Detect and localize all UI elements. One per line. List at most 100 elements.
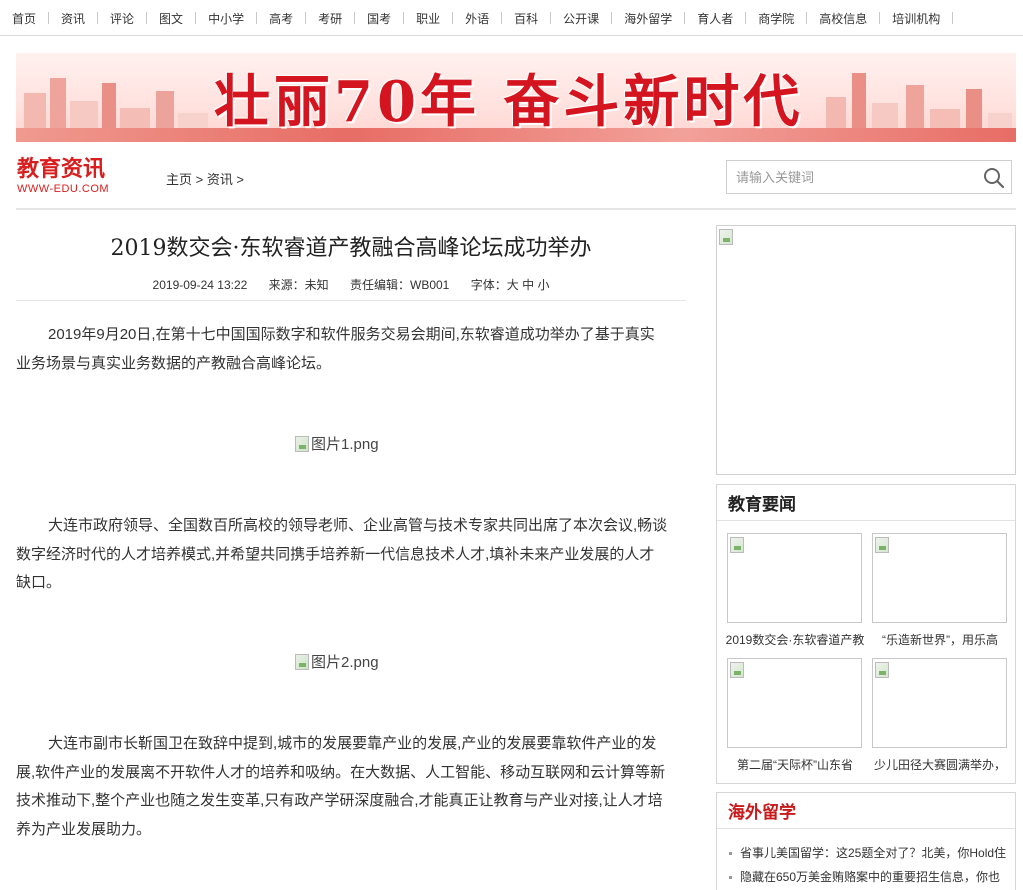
article-image-1: 图片1.png (295, 433, 379, 454)
article-image-1-alt: 图片1.png (311, 436, 379, 453)
news-caption-3[interactable]: 第二届“天际杯”山东省 (725, 758, 865, 772)
nav-item[interactable]: 高考 (269, 10, 318, 27)
nav-item-label[interactable]: 外语 (465, 10, 489, 27)
news-caption-4[interactable]: 少儿田径大赛圆满举办， (870, 758, 1010, 772)
bullet-icon (729, 852, 732, 856)
font-size-large[interactable]: 大 (507, 278, 519, 292)
site-logo-en: WWW-EDU.COM (17, 183, 110, 195)
nav-item-label[interactable]: 百科 (514, 10, 538, 27)
nav-separator (806, 12, 808, 24)
nav-separator (256, 12, 258, 24)
news-thumb-3[interactable] (727, 658, 862, 748)
education-news-panel: 教育要闻 2019数交会·东软睿道产教 “乐造新世界”，用乐高 第二届“天际杯”… (716, 484, 1016, 784)
nav-item-label[interactable]: 考研 (318, 10, 342, 27)
nav-separator (611, 12, 613, 24)
broken-image-icon (295, 435, 309, 452)
top-nav: 首页 资讯 评论 图文 中小学 高考 考研 国考 职业 外语 百科 公开课 海外留学 育人者 商学院 高校信息… (0, 0, 1023, 36)
font-size-label: 字体： (470, 278, 507, 292)
article-paragraph-1: 2019年9月20日,在第十七中国国际数字和软件服务交易会期间,东软睿道成功举办… (16, 326, 655, 372)
nav-item[interactable]: 高校信息 (819, 10, 892, 27)
broken-image-icon (730, 662, 744, 678)
nav-item[interactable]: 公开课 (563, 10, 624, 27)
nav-item-label[interactable]: 育人者 (697, 10, 733, 27)
nav-separator (48, 12, 50, 24)
nav-item-label[interactable]: 资讯 (61, 10, 85, 27)
nav-item[interactable]: 百科 (514, 10, 563, 27)
search-box (726, 160, 1012, 194)
list-item[interactable]: 隐藏在650万美金贿赂案中的重要招生信息，你也 (729, 865, 1015, 889)
nav-separator (550, 12, 552, 24)
top-nav-list: 首页 资讯 评论 图文 中小学 高考 考研 国考 职业 外语 百科 公开课 海外留学 育人者 商学院 高校信息… (0, 0, 1023, 36)
broken-image-icon (875, 662, 889, 678)
broken-image-icon (295, 653, 309, 670)
nav-item-label[interactable]: 高考 (269, 10, 293, 27)
nav-item-label[interactable]: 商学院 (758, 10, 794, 27)
news-thumb-4[interactable] (872, 658, 1007, 748)
site-logo-cn: 教育资讯 (17, 156, 106, 182)
nav-separator (501, 12, 503, 24)
news-thumb-1[interactable] (727, 533, 862, 623)
banner-title: 壮丽70年 奋斗新时代 (214, 69, 804, 135)
news-caption-1[interactable]: 2019数交会·东软睿道产教 (725, 633, 865, 661)
header-divider (16, 208, 1016, 210)
nav-item-label[interactable]: 高校信息 (819, 10, 867, 27)
study-abroad-title: 海外留学 (717, 793, 1015, 829)
article-source: 来源：未知 (268, 278, 329, 292)
nav-separator (684, 12, 686, 24)
nav-item[interactable]: 商学院 (758, 10, 819, 27)
breadcrumb[interactable]: 主页 > 资讯 > (166, 169, 244, 188)
nav-item-label[interactable]: 评论 (110, 10, 134, 27)
nav-separator (97, 12, 99, 24)
nav-item[interactable]: 中小学 (208, 10, 269, 27)
nav-item[interactable]: 外语 (465, 10, 514, 27)
sidebar-ad[interactable] (716, 225, 1016, 475)
article-date: 2019-09-24 13:22 (152, 278, 248, 292)
nav-separator (745, 12, 747, 24)
article-paragraph-2: 大连市政府领导、全国数百所高校的领导老师、企业高管与技术专家共同出席了本次会议,… (16, 517, 668, 591)
article-image-2-alt: 图片2.png (311, 654, 379, 671)
nav-separator (146, 12, 148, 24)
nav-separator (305, 12, 307, 24)
article-divider (16, 300, 686, 301)
news-thumb-2[interactable] (872, 533, 1007, 623)
banner[interactable]: 壮丽70年 奋斗新时代 (16, 53, 1016, 142)
nav-item[interactable]: 评论 (110, 10, 159, 27)
study-abroad-list: 省事儿美国留学：这25题全对了？北美，你Hold住 隐藏在650万美金贿赂案中的… (717, 829, 1015, 889)
nav-item[interactable]: 育人者 (697, 10, 758, 27)
font-size-small[interactable]: 小 (537, 278, 549, 292)
nav-item-label[interactable]: 公开课 (563, 10, 599, 27)
study-abroad-item-1[interactable]: 省事儿美国留学：这25题全对了？北美，你Hold住 (740, 846, 1006, 860)
nav-item[interactable]: 职业 (416, 10, 465, 27)
nav-item[interactable]: 考研 (318, 10, 367, 27)
nav-separator (195, 12, 197, 24)
nav-item-label[interactable]: 图文 (159, 10, 183, 27)
nav-item-label[interactable]: 海外留学 (624, 10, 672, 27)
article-paragraph-3: 大连市副市长靳国卫在致辞中提到,城市的发展要靠产业的发展,产业的发展要靠软件产业… (16, 735, 666, 838)
nav-item-label[interactable]: 国考 (367, 10, 391, 27)
font-size-medium[interactable]: 中 (522, 278, 534, 292)
search-icon[interactable] (983, 167, 1005, 189)
article-title: 2019数交会·东软睿道产教融合高峰论坛成功举办 (110, 236, 592, 261)
nav-separator (354, 12, 356, 24)
nav-item[interactable]: 海外留学 (624, 10, 697, 27)
news-caption-2[interactable]: “乐造新世界”，用乐高 (870, 633, 1010, 647)
nav-item-label[interactable]: 中小学 (208, 10, 244, 27)
nav-item-label[interactable]: 培训机构 (892, 10, 940, 27)
search-input[interactable] (727, 161, 967, 193)
site-logo[interactable]: 教育资讯 WWW-EDU.COM (17, 156, 127, 196)
nav-item[interactable]: 培训机构 (892, 10, 965, 27)
nav-item-label[interactable]: 首页 (12, 10, 36, 27)
study-abroad-item-2[interactable]: 隐藏在650万美金贿赂案中的重要招生信息，你也 (740, 870, 1000, 884)
broken-image-icon (730, 537, 744, 553)
article-editor: 责任编辑：WB001 (350, 278, 450, 292)
nav-item[interactable]: 国考 (367, 10, 416, 27)
nav-separator (952, 12, 954, 24)
nav-item[interactable]: 图文 (159, 10, 208, 27)
nav-separator (879, 12, 881, 24)
nav-item-label[interactable]: 职业 (416, 10, 440, 27)
nav-separator (403, 12, 405, 24)
list-item[interactable]: 省事儿美国留学：这25题全对了？北美，你Hold住 (729, 841, 1015, 865)
bullet-icon (729, 876, 732, 880)
nav-item[interactable]: 首页 (12, 10, 61, 27)
nav-item[interactable]: 资讯 (61, 10, 110, 27)
